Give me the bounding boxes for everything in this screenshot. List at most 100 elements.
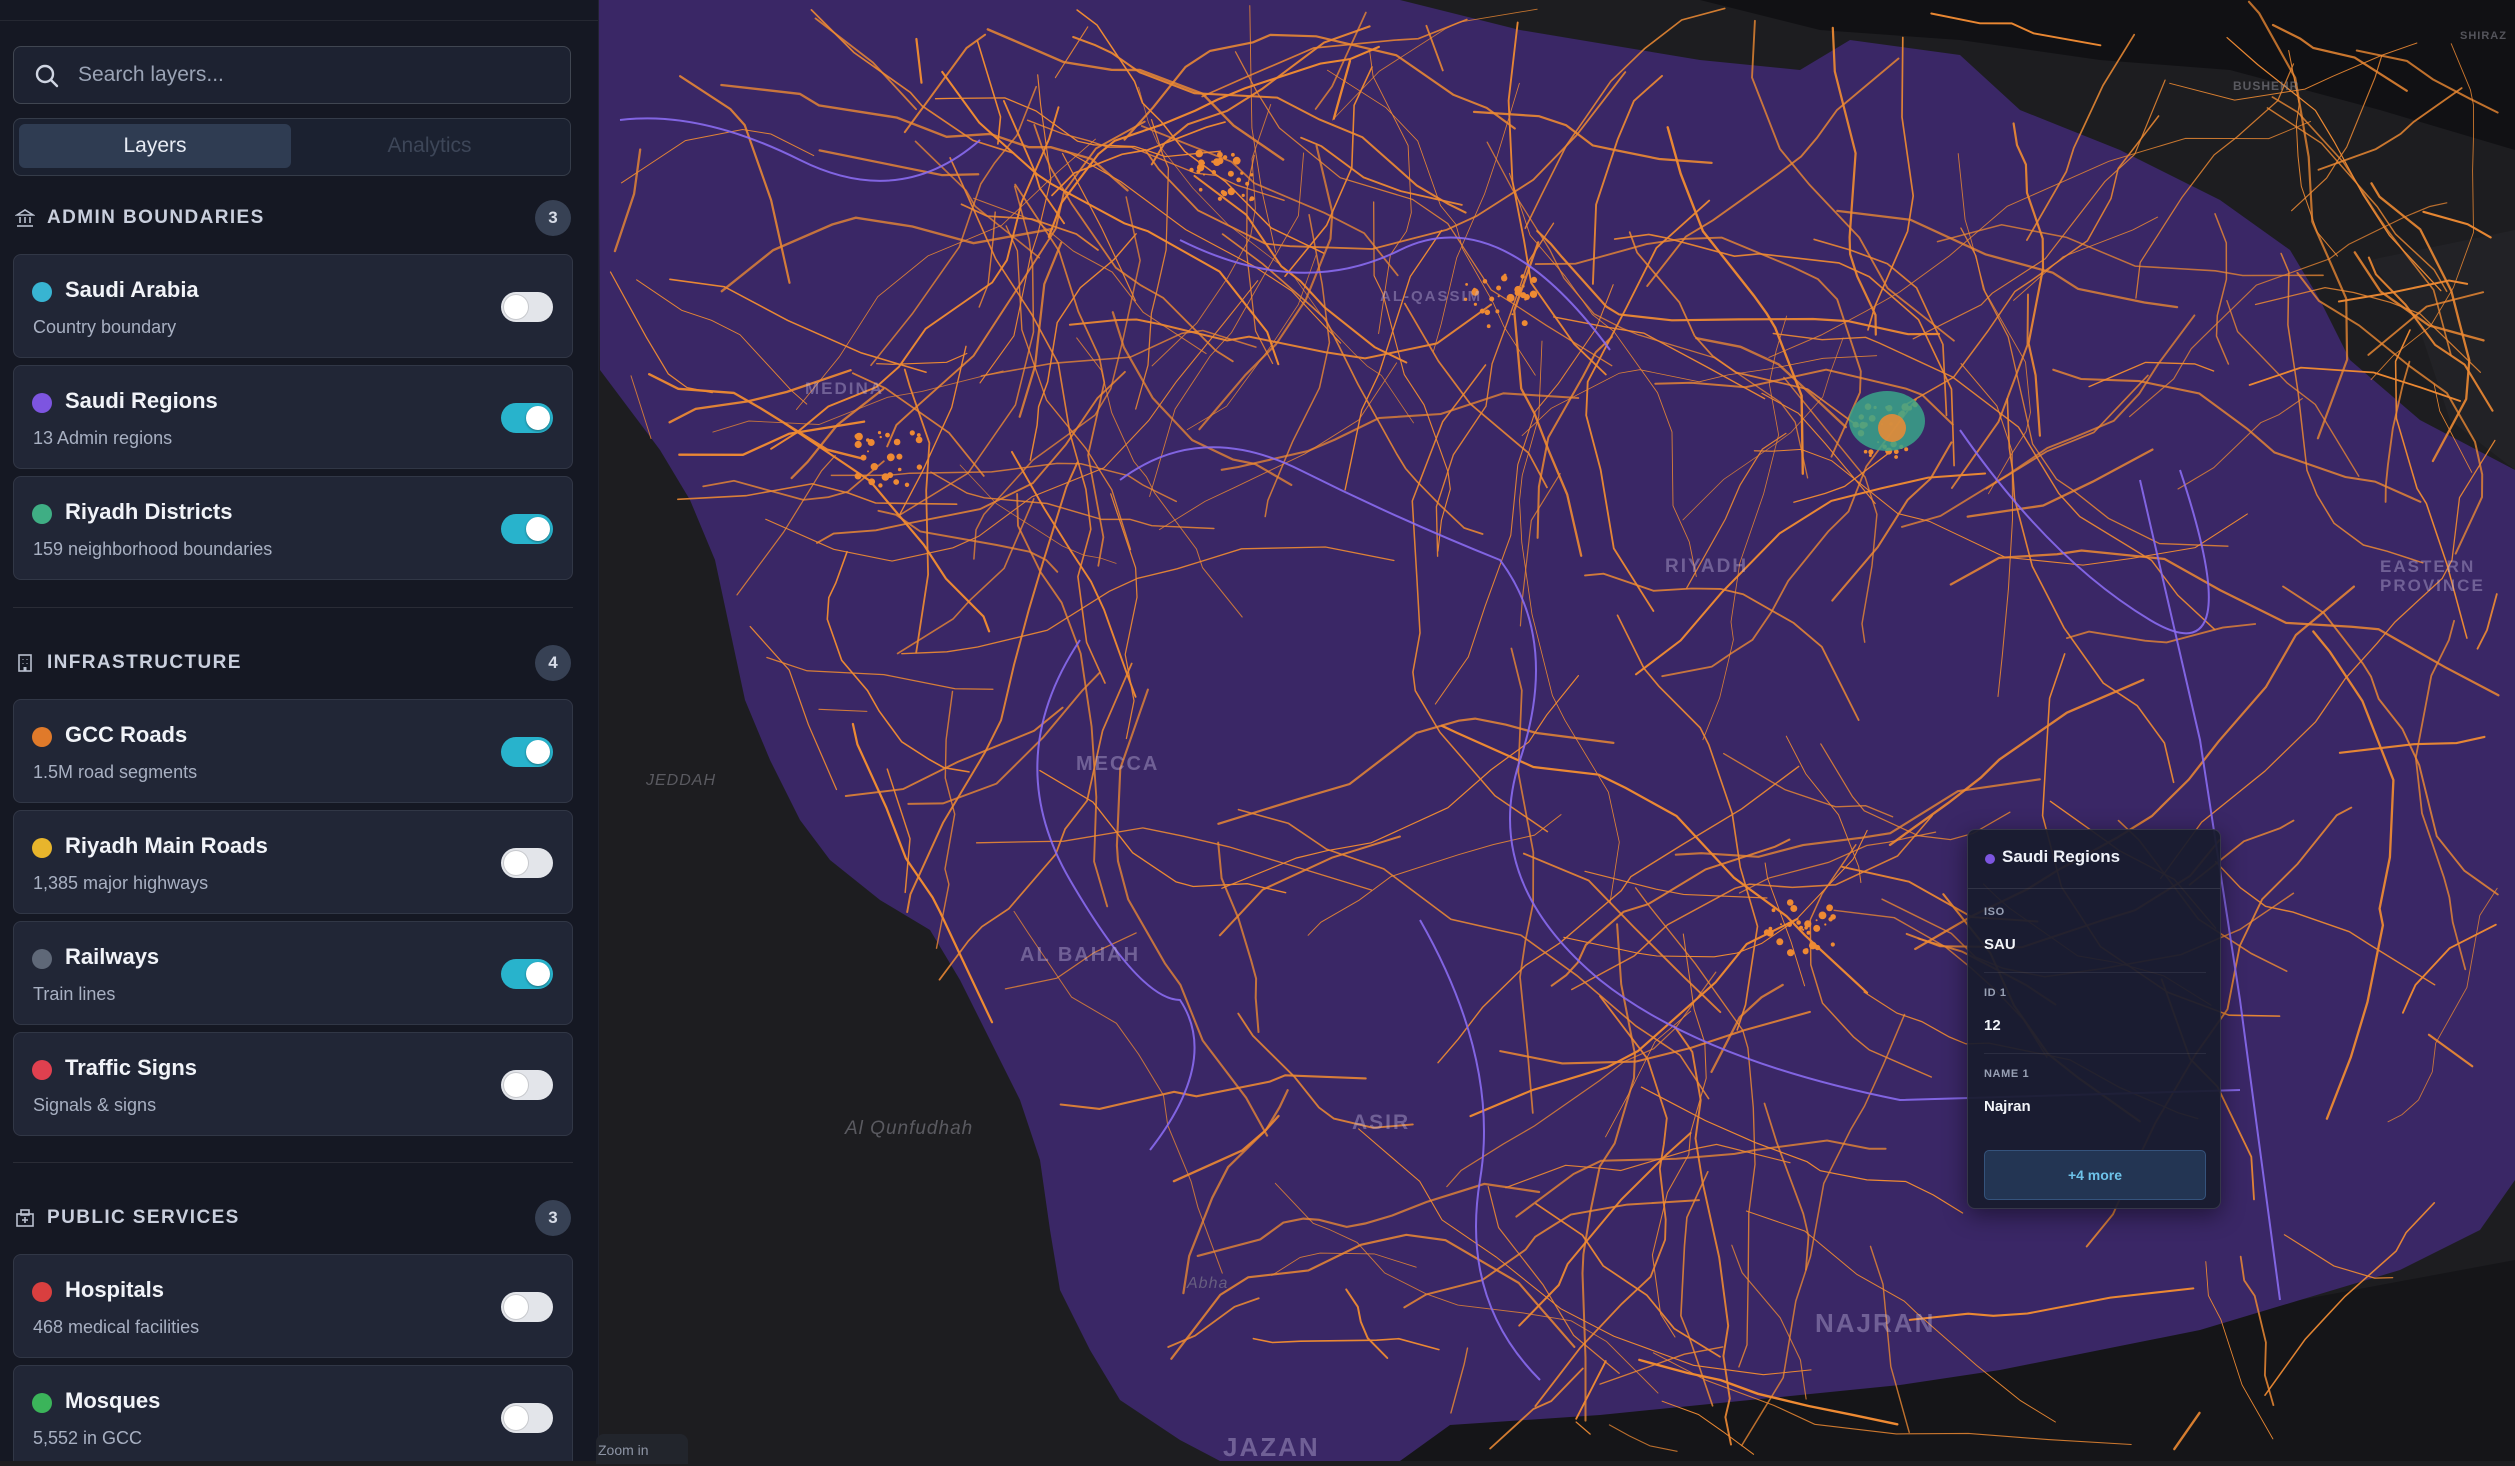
toggle-knob (504, 1406, 528, 1430)
urban-road-cluster (1496, 285, 1502, 291)
map-bottom-hint: Zoom in (596, 1434, 688, 1464)
layer-toggle[interactable] (501, 848, 553, 878)
urban-road-cluster (1486, 324, 1491, 329)
urban-road-cluster (1195, 149, 1203, 158)
layer-description: Train lines (33, 984, 116, 1004)
layer-toggle[interactable] (501, 737, 553, 767)
layer-color-dot (32, 1060, 52, 1080)
urban-road-cluster (1809, 941, 1817, 950)
popup-row-value: SAU (1984, 936, 2016, 953)
layer-name: Riyadh Districts (65, 499, 233, 524)
section-title: INFRASTRUCTURE (47, 652, 242, 673)
urban-road-cluster (878, 483, 883, 488)
urban-road-cluster (881, 473, 890, 481)
map-label-mecca: MECCA (1076, 753, 1160, 775)
urban-road-cluster (1497, 295, 1500, 298)
layer-card-saudi-regions[interactable]: Saudi Regions 13 Admin regions (13, 365, 573, 469)
urban-road-cluster (1511, 313, 1514, 316)
layer-toggle[interactable] (501, 1403, 553, 1433)
urban-road-cluster (854, 440, 862, 449)
urban-road-cluster (1529, 290, 1538, 298)
urban-road-cluster (1211, 170, 1217, 175)
urban-road-cluster (1249, 196, 1255, 202)
urban-road-cluster (1241, 193, 1245, 197)
layer-toggle[interactable] (501, 1292, 553, 1322)
layer-toggle[interactable] (501, 514, 553, 544)
urban-road-cluster (1802, 928, 1805, 931)
urban-road-cluster (867, 439, 875, 446)
layer-card-railways[interactable]: Railways Train lines (13, 921, 573, 1025)
urban-road-cluster (904, 482, 910, 487)
riyadh-center (1878, 414, 1906, 442)
map-label-jazan: JAZAN (1223, 1432, 1320, 1462)
urban-road-cluster (1202, 161, 1205, 165)
popup-row-key: ISO (1984, 906, 2005, 918)
urban-road-cluster (1776, 938, 1784, 946)
section-header-admin-boundaries[interactable]: ADMIN BOUNDARIES 3 (13, 198, 573, 238)
layer-description: Country boundary (33, 317, 177, 337)
urban-road-cluster (1221, 190, 1228, 197)
urban-road-cluster (1804, 948, 1809, 953)
layer-toggle[interactable] (501, 959, 553, 989)
toggle-knob (526, 406, 550, 430)
map-label-najran: NAJRAN (1815, 1308, 1936, 1338)
tab-analytics[interactable]: Analytics (297, 124, 562, 168)
section-header-infrastructure[interactable]: INFRASTRUCTURE 4 (13, 643, 573, 683)
layer-card-riyadh-districts[interactable]: Riyadh Districts 159 neighborhood bounda… (13, 476, 573, 580)
landmark-icon (15, 209, 35, 227)
layer-card-traffic-signs[interactable]: Traffic Signs Signals & signs (13, 1032, 573, 1136)
urban-road-cluster (1245, 181, 1250, 186)
urban-road-cluster (1198, 187, 1203, 192)
layer-name: Hospitals (65, 1277, 165, 1302)
popup-row-value: Najran (1984, 1098, 2031, 1115)
layer-card-riyadh-main-roads[interactable]: Riyadh Main Roads 1,385 major highways (13, 810, 573, 914)
tab-layers[interactable]: Layers (19, 124, 291, 168)
map-label-medina: MEDINA (805, 379, 885, 398)
urban-road-cluster (1482, 279, 1488, 284)
search-box[interactable] (13, 46, 571, 104)
urban-road-cluster (868, 478, 876, 486)
urban-road-cluster (1196, 163, 1205, 172)
urban-road-cluster (1815, 919, 1818, 922)
layer-toggle[interactable] (501, 1070, 553, 1100)
urban-road-cluster (896, 453, 903, 460)
layer-name: Saudi Arabia (65, 277, 199, 302)
layer-card-mosques[interactable]: Mosques 5,552 in GCC (13, 1365, 573, 1461)
urban-road-cluster (1818, 911, 1827, 920)
layer-name: Traffic Signs (65, 1055, 198, 1080)
map-label-asir: ASIR (1352, 1111, 1411, 1134)
layer-card-gcc-roads[interactable]: GCC Roads 1.5M road segments (13, 699, 573, 803)
urban-road-cluster (1826, 904, 1833, 912)
urban-road-cluster (854, 433, 860, 439)
popup-row-iso: ISO SAU (1984, 892, 2206, 973)
map-label-al-qassim: AL-QASSIM (1380, 288, 1483, 305)
urban-road-cluster (1787, 949, 1795, 957)
toggle-knob (526, 517, 550, 541)
layer-card-hospitals[interactable]: Hospitals 468 medical facilities (13, 1254, 573, 1358)
urban-road-cluster (886, 453, 895, 462)
show-more-button[interactable]: +4 more (1984, 1150, 2206, 1200)
urban-road-cluster (1217, 151, 1223, 158)
layer-card-saudi-arabia[interactable]: Saudi Arabia Country boundary (13, 254, 573, 358)
urban-road-cluster (1804, 920, 1812, 928)
layer-toggle[interactable] (501, 403, 553, 433)
layer-toggle[interactable] (501, 292, 553, 322)
toggle-knob (504, 851, 528, 875)
urban-road-cluster (879, 435, 882, 439)
toggle-knob (504, 1295, 528, 1319)
map-label-shiraz: SHIRAZ (2460, 30, 2507, 42)
search-icon (35, 64, 59, 88)
layer-color-dot (32, 727, 52, 747)
section-header-public-services[interactable]: PUBLIC SERVICES 3 (13, 1198, 573, 1238)
layer-name: Riyadh Main Roads (65, 833, 268, 858)
layer-name: Saudi Regions (65, 388, 218, 413)
section-divider (13, 607, 573, 608)
section-title: PUBLIC SERVICES (47, 1207, 240, 1228)
search-input[interactable] (76, 47, 560, 103)
popup-row-value: 12 (1984, 1017, 2001, 1034)
map-label-riyadh: RIYADH (1665, 556, 1749, 577)
urban-road-cluster (885, 432, 890, 438)
building-icon (18, 654, 32, 672)
urban-road-cluster (893, 479, 900, 485)
urban-road-cluster (874, 466, 878, 470)
